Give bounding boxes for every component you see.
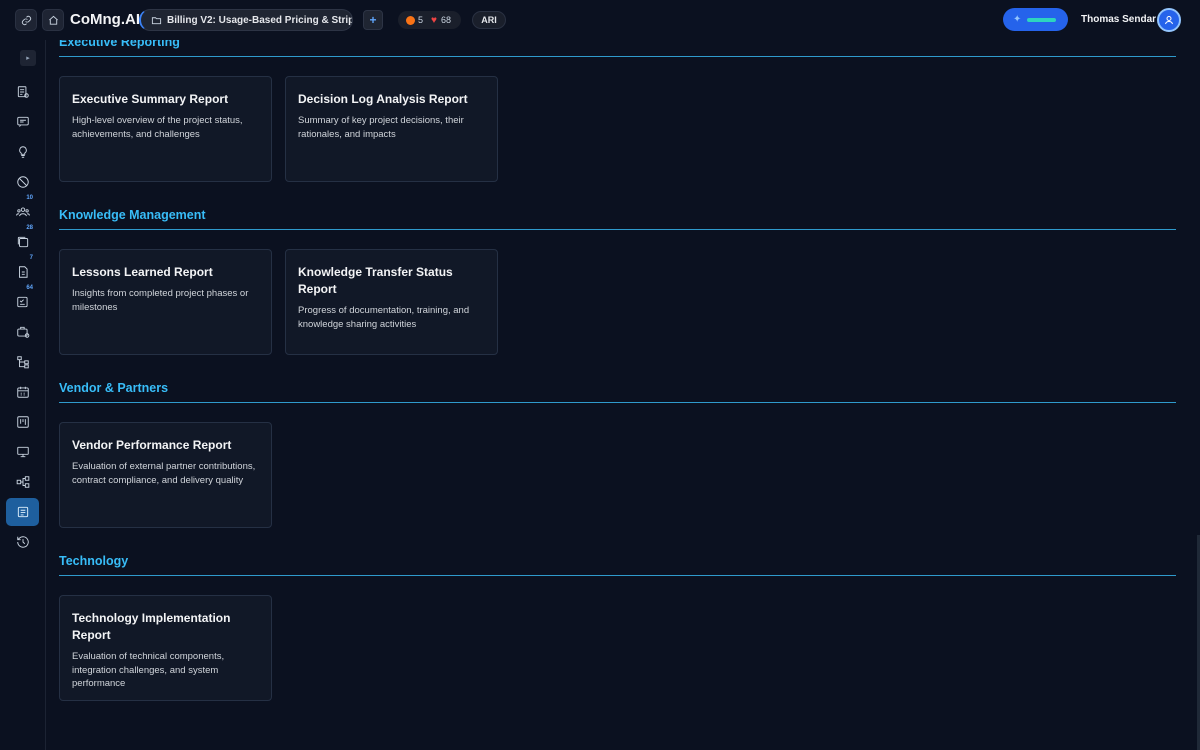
home-button[interactable] [42, 9, 64, 31]
avatar[interactable] [1157, 8, 1181, 32]
card-description: Progress of documentation, training, and… [298, 305, 470, 330]
report-card-knowledge-transfer[interactable]: Knowledge Transfer Status Report Progres… [285, 249, 498, 355]
presentation-icon [16, 446, 29, 458]
sidebar-item-reports[interactable] [6, 498, 39, 526]
card-title: Technology Implementation Report [72, 611, 231, 642]
report-card-lessons-learned[interactable]: Lessons Learned Report Insights from com… [59, 249, 272, 355]
calendar-icon [16, 386, 29, 398]
section-divider [59, 402, 1176, 403]
sidebar-item-team[interactable]: 10 [6, 195, 39, 226]
card-title: Knowledge Transfer Status Report [298, 265, 453, 296]
reports-icon [17, 506, 28, 518]
sidebar-item-tasks[interactable]: 64 [6, 285, 39, 316]
ai-progress-bar [1027, 17, 1057, 22]
report-card-vendor-performance[interactable]: Vendor Performance Report Evaluation of … [59, 422, 272, 528]
card-title: Vendor Performance Report [72, 438, 232, 452]
tasks-badge: 64 [26, 285, 33, 291]
report-list-icon [17, 86, 29, 98]
history-icon [16, 536, 29, 548]
workflow-icon [16, 476, 29, 488]
project-name: Billing V2: Usage-Based Pricing & Stripe… [167, 14, 353, 26]
sidebar: ▸ 10 28 7 64 [0, 40, 46, 750]
ai-assistant-toggle[interactable]: ✦ [1003, 8, 1068, 31]
checklist-icon [16, 296, 28, 308]
section-divider [59, 575, 1176, 576]
stats-indicator[interactable]: 5 ♥ 68 [398, 11, 461, 29]
sidebar-item-calendar[interactable] [6, 378, 39, 406]
section-title-vendor: Vendor & Partners [59, 381, 169, 395]
user-icon [1165, 16, 1173, 25]
report-card-executive-summary[interactable]: Executive Summary Report High-level over… [59, 76, 272, 182]
section-title-knowledge: Knowledge Management [59, 208, 206, 222]
heart-count: 68 [440, 15, 451, 25]
sidebar-item-chat[interactable] [6, 108, 39, 136]
team-badge: 10 [26, 195, 33, 201]
sidebar-item-portfolio[interactable] [6, 318, 39, 346]
card-description: High-level overview of the project statu… [72, 115, 243, 140]
report-card-decision-log[interactable]: Decision Log Analysis Report Summary of … [285, 76, 498, 182]
ari-button[interactable]: ARI [472, 11, 506, 29]
sidebar-item-presentations[interactable] [6, 438, 39, 466]
heart-icon: ♥ [431, 14, 437, 26]
stack-badge: 28 [26, 225, 33, 231]
report-card-technology-implementation[interactable]: Technology Implementation Report Evaluat… [59, 595, 272, 701]
folder-icon [151, 16, 162, 24]
card-title: Decision Log Analysis Report [298, 92, 468, 106]
section-divider [59, 229, 1176, 230]
briefcase-icon [16, 326, 29, 338]
lightbulb-icon [18, 146, 27, 158]
section-title-technology: Technology [59, 554, 129, 568]
home-icon [48, 15, 58, 25]
card-title: Lessons Learned Report [72, 265, 213, 279]
sidebar-item-board[interactable] [6, 408, 39, 436]
document-icon [18, 266, 28, 278]
sidebar-item-goals[interactable] [6, 168, 39, 196]
board-icon [16, 416, 29, 428]
stack-icon [17, 236, 28, 248]
sparkle-icon: ✦ [1013, 14, 1022, 25]
stat-count: 5 [418, 15, 424, 25]
sidebar-item-report-list[interactable] [6, 78, 39, 106]
status-dot-icon [406, 15, 415, 25]
sidebar-item-hierarchy[interactable] [6, 348, 39, 376]
sidebar-item-documents[interactable]: 7 [6, 255, 39, 286]
sidebar-item-workflow[interactable] [6, 468, 39, 496]
reports-content: Executive Reporting Executive Summary Re… [59, 30, 1176, 750]
hierarchy-icon [16, 356, 29, 369]
target-icon [16, 176, 29, 188]
card-description: Summary of key project decisions, their … [298, 115, 464, 140]
card-title: Executive Summary Report [72, 92, 229, 106]
link-icon [21, 15, 31, 25]
documents-badge: 7 [29, 255, 33, 261]
chat-icon [16, 116, 29, 127]
sidebar-item-ideas[interactable] [6, 138, 39, 166]
section-divider [59, 56, 1176, 57]
link-button[interactable] [15, 9, 37, 31]
card-description: Evaluation of external partner contribut… [72, 461, 256, 486]
team-icon [15, 207, 30, 217]
sidebar-item-stack[interactable]: 28 [6, 225, 39, 256]
app-logo: CoMng.AI [70, 11, 140, 28]
project-selector[interactable]: Billing V2: Usage-Based Pricing & Stripe… [139, 9, 353, 31]
user-name: Thomas Sendar [1081, 14, 1157, 25]
card-description: Evaluation of technical components, inte… [72, 651, 225, 689]
sidebar-item-history[interactable] [6, 528, 39, 556]
card-description: Insights from completed project phases o… [72, 288, 249, 313]
top-bar: CoMng.AI Billing V2: Usage-Based Pricing… [0, 0, 1200, 40]
add-button[interactable]: + [363, 10, 383, 30]
sidebar-collapse-button[interactable]: ▸ [20, 50, 36, 66]
